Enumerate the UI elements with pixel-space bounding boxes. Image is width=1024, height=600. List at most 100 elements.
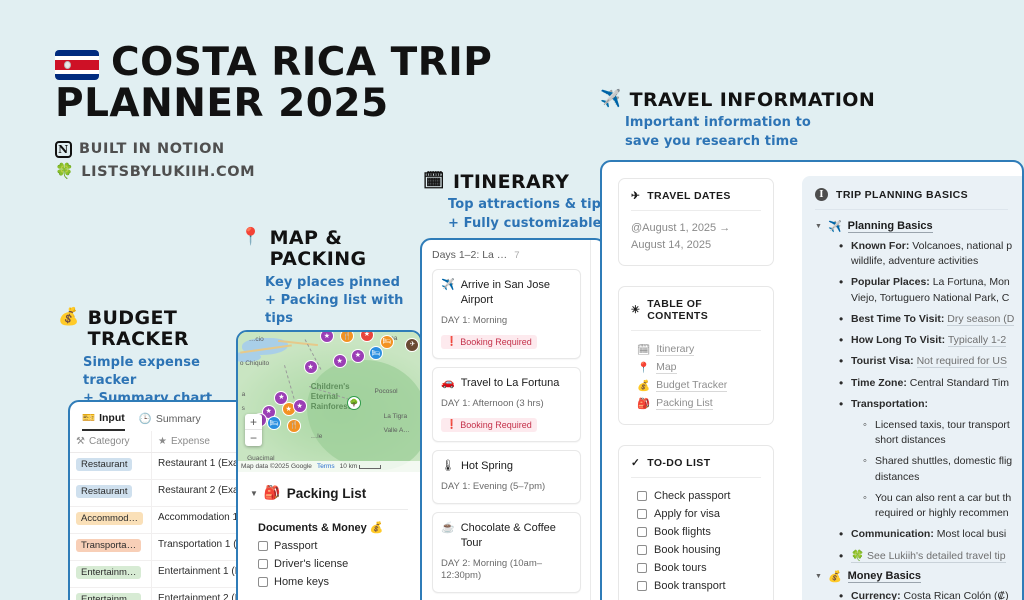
tpb-group-header[interactable]: ▼ ✈️ Planning Basics [815,220,1022,233]
itinerary-card[interactable]: ✈️ Arrive in San Jose Airport DAY 1: Morni… [432,269,581,359]
packing-list-item[interactable]: Home keys [238,573,420,591]
table-row[interactable]: Restaurant Restaurant 1 (Examp [70,453,251,480]
budget-tabs[interactable]: 🎫 Input 🕒 Summary [70,402,251,431]
itinerary-section-subtitle: Top attractions & tips + Fully customiza… [448,197,609,231]
map-pin[interactable]: ★ [332,354,347,369]
map-pin[interactable]: ★ [350,348,365,363]
column-header-category[interactable]: ⚒ Category [70,431,152,452]
itinerary-panel[interactable]: Days 1–2: La … 7 ✈️ Arrive in San Jose Airp… [420,238,606,600]
cell-category[interactable]: Restaurant [70,480,152,506]
map-zoom-in-button[interactable]: + [245,414,262,430]
todo-item[interactable]: Book housing [631,541,761,559]
itinerary-card-when: DAY 1: Evening (5–7pm) [441,481,546,492]
toc-label: Itinerary [656,342,695,356]
checkbox[interactable] [258,559,268,569]
packing-list-item[interactable]: Driver's license [238,555,420,573]
map-zoom-controls[interactable]: + − [245,414,262,446]
cell-category[interactable]: Transporta… [70,534,152,560]
map-and-packing-panel[interactable]: …cioo Chiquitoas…naPocosolLa TigraValle … [236,330,422,600]
itinerary-card[interactable]: ☕ Chocolate & Coffee Tour DAY 2: Morning (… [432,511,581,594]
todo-item[interactable]: Apply for visa [631,505,761,523]
chevron-down-icon[interactable]: ▼ [250,489,258,498]
tpb-group-header[interactable]: ▼ 💰 Money Basics [815,570,1022,583]
table-row[interactable]: Restaurant Restaurant 2 (Examp [70,480,251,507]
tpb-bullet-label: Time Zone: [851,376,907,389]
itinerary-card[interactable]: 🌡 Hot Spring DAY 1: Evening (5–7pm) [432,450,581,504]
map-pin[interactable]: 🛏 [379,334,394,349]
toc-link[interactable]: 💰 Budget Tracker [631,376,761,394]
map-zoom-out-button[interactable]: − [245,430,262,446]
trip-planning-basics-card[interactable]: i TRIP PLANNING BASICS ▼ ✈️ Planning Basic… [802,176,1022,600]
map-pin[interactable]: ★ [303,360,318,374]
plane-icon: ✈ [631,190,641,202]
todo-list-card[interactable]: ✓ TO-DO LIST Check passport Apply for vis… [618,445,774,600]
page-title-line1: COSTA RICA TRIP [111,40,493,85]
chevron-down-icon[interactable]: ▼ [815,223,822,230]
checkbox[interactable] [637,491,647,501]
checkbox[interactable] [637,527,647,537]
itinerary-column-header[interactable]: Days 1–2: La … 7 [432,249,581,261]
todo-label: Book housing [654,544,721,556]
map-terms-link[interactable]: Terms [317,463,335,470]
category-chip: Transporta… [76,539,142,552]
itinerary-card-icon: 🌡 [441,460,455,473]
table-row[interactable]: Entertainm… Entertainment 2 (Ex [70,588,251,600]
todo-label: Apply for visa [654,508,721,520]
checkbox[interactable] [637,509,647,519]
airplane-icon: ✈️ [600,89,622,109]
checkbox[interactable] [637,563,647,573]
itinerary-card-label: Chocolate & Coffee Tour [460,521,556,549]
toc-link[interactable]: 🗓 Itinerary [631,340,761,358]
todo-label: Book flights [654,526,711,538]
map-pin[interactable]: 🛏 [267,416,282,430]
sparkle-icon: ✳ [631,304,641,316]
todo-label: Book tours [654,562,707,574]
calendar-icon: 🗓 [423,171,445,191]
map-view[interactable]: …cioo Chiquitoas…naPocosolLa TigraValle … [238,332,420,472]
travel-dates-value[interactable]: @August 1, 2025 → August 14, 2025 [631,220,761,253]
travel-dates-header: ✈ TRAVEL DATES [631,190,761,202]
tpb-bullet-value: Costa Rican Colón (₡) [903,589,1009,600]
todo-item[interactable]: Check passport [631,487,761,505]
packing-list-header[interactable]: ▼ 🎒 Packing List [238,472,420,509]
chevron-down-icon[interactable]: ▼ [815,573,822,580]
map-pin[interactable]: 🍴 [287,418,302,433]
travel-section-subtitle: Important information to save you resear… [625,115,811,149]
todo-item[interactable]: Book transport [631,577,761,595]
todo-item[interactable]: Book tours [631,559,761,577]
clover-icon: 🍀 [55,162,75,181]
table-row[interactable]: Entertainm… Entertainment 1 (Ex [70,561,251,588]
packing-list-item[interactable]: Passport [238,537,420,555]
tab-input[interactable]: 🎫 Input [82,411,125,431]
table-of-contents-card[interactable]: ✳ TABLE OF CONTENTS 🗓 Itinerary 📍 Map 💰 Budge… [618,286,774,425]
checkbox[interactable] [258,541,268,551]
todo-item[interactable]: Book flights [631,523,761,541]
table-row[interactable]: Transporta… Transportation 1 (Ex [70,534,251,561]
cell-category[interactable]: Entertainm… [70,588,152,600]
travel-dates-card[interactable]: ✈ TRAVEL DATES @August 1, 2025 → August … [618,178,774,266]
category-chip: Entertainm… [76,566,142,579]
budget-tracker-panel[interactable]: 🎫 Input 🕒 Summary ⚒ Category ★ Expense R… [68,400,253,600]
tpb-bullet-label: Tourist Visa: [851,355,914,368]
travel-section-title: ✈️ TRAVEL INFORMATION [600,89,876,111]
cell-category[interactable]: Restaurant [70,453,152,479]
checkbox[interactable] [637,545,647,555]
map-pin[interactable]: ★ [292,399,307,414]
toc-link[interactable]: 📍 Map [631,358,761,376]
itinerary-card-icon: ☕ [441,521,455,534]
tpb-bullet: 🍀 See Lukiih's detailed travel tip [837,547,1022,565]
category-chip: Accommod… [76,512,144,525]
cell-category[interactable]: Accommod… [70,507,152,533]
checkbox[interactable] [258,577,268,587]
map-pin[interactable]: 🛏 [369,346,384,360]
toc-link[interactable]: 🎒 Packing List [631,394,761,412]
cell-category[interactable]: Entertainm… [70,561,152,587]
travel-section-heading: ✈️ TRAVEL INFORMATION Important informat… [600,89,930,151]
table-row[interactable]: Accommod… Accommodation 1 (E [70,507,251,534]
checkbox[interactable] [637,581,647,591]
travel-information-panel[interactable]: ✈ TRAVEL DATES @August 1, 2025 → August … [600,160,1024,600]
itinerary-card[interactable]: 🚗 Travel to La Fortuna DAY 1: Afternoon (3… [432,367,581,443]
map-forest-label: Children's Eternal Rainforest [310,382,351,412]
map-pin[interactable]: ✈ [405,337,420,352]
tab-summary[interactable]: 🕒 Summary [139,411,201,431]
